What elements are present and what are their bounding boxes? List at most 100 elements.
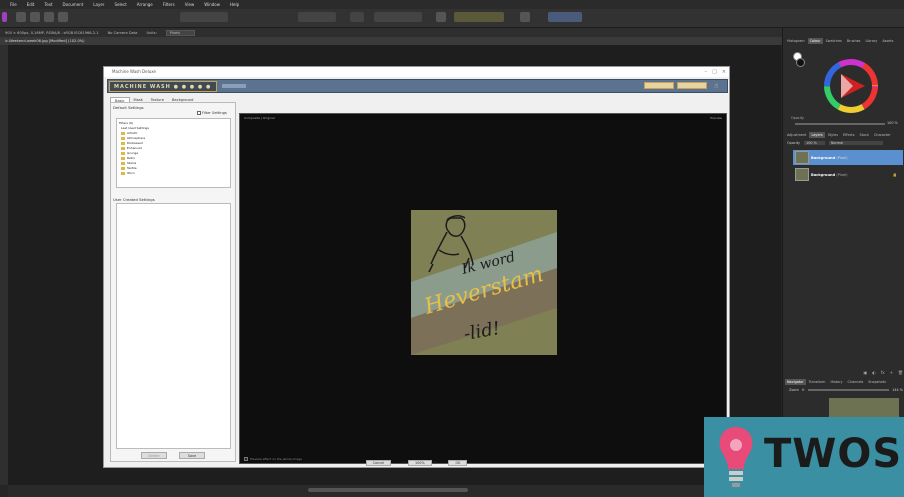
assistant-icons[interactable]	[548, 12, 582, 22]
tree-item-label: Artistic	[127, 131, 138, 135]
zoom-label: Zoom	[789, 388, 799, 392]
zoom-out-icon[interactable]: ⊖	[802, 388, 805, 392]
menu-item[interactable]: Text	[44, 2, 52, 7]
tab-swatches[interactable]: Swatches	[824, 38, 844, 44]
menu-item[interactable]: Edit	[27, 2, 35, 7]
fx-icon[interactable]: fx	[881, 370, 885, 376]
tree-item-label: Atmosphere	[127, 136, 146, 140]
tab-character[interactable]: Character	[872, 132, 893, 138]
filter-settings-checkbox[interactable]: Filter Settings	[197, 111, 227, 115]
folder-icon	[121, 131, 125, 135]
zoom-out-icon[interactable]: ⊖	[403, 461, 406, 465]
scroll-thumb[interactable]	[308, 488, 468, 492]
maximize-icon[interactable]: □	[712, 67, 717, 77]
menu-item[interactable]: File	[10, 2, 17, 7]
menu-item[interactable]: Filters	[163, 2, 175, 7]
tab-stock[interactable]: Stock	[858, 132, 871, 138]
menu-item[interactable]: Layer	[93, 2, 104, 7]
close-icon[interactable]: ×	[722, 67, 726, 77]
tab-history[interactable]: History	[828, 379, 844, 385]
share-icon[interactable]	[58, 12, 68, 22]
machine-wash-logo: MACHINE WASH ● ● ● ● ●	[109, 81, 217, 92]
tab-layers[interactable]: Layers	[809, 132, 825, 138]
plugin-titlebar: Machine Wash Deluxe – □ ×	[104, 67, 729, 77]
cancel-button[interactable]: Cancel	[365, 459, 392, 466]
menu-item[interactable]: Document	[63, 2, 84, 7]
plugin-window: Machine Wash Deluxe – □ × MACHINE WASH ●…	[103, 66, 730, 468]
layer-row[interactable]: Background (Pixel)	[793, 150, 903, 165]
tab-navigator[interactable]: Navigator	[785, 379, 806, 385]
tab-assets[interactable]: Assets	[880, 38, 895, 44]
tab-brushes[interactable]: Brushes	[845, 38, 863, 44]
selection-mode-icons[interactable]	[298, 12, 336, 22]
units-select[interactable]: Pixels	[165, 29, 196, 36]
folder-icon	[121, 141, 125, 145]
delete-layer-icon[interactable]: 🗑	[898, 370, 903, 376]
layer-thumbnail	[795, 168, 809, 181]
align-icon[interactable]	[520, 12, 530, 22]
minimize-icon[interactable]: –	[705, 67, 708, 77]
adjustment-icons[interactable]	[180, 12, 228, 22]
zoom-control: ⊖ 100% ⊕	[403, 459, 437, 466]
context-toolbar: 900 × 600px, 0,16MP, RGBA/8 - sRGB IEC61…	[0, 28, 904, 37]
document-tab[interactable]: ic-Weekend-week06.jpg [Modified] (102.0%…	[0, 37, 782, 45]
header-button-2[interactable]	[677, 82, 707, 89]
colour-wheel[interactable]	[823, 58, 879, 114]
tab-transform[interactable]: Transform	[807, 379, 828, 385]
document-info: 900 × 600px, 0,16MP, RGBA/8 - sRGB IEC61…	[5, 30, 99, 35]
zoom-slider[interactable]	[807, 389, 890, 391]
tree-item-label: Distressed	[127, 141, 143, 145]
zoom-value[interactable]: 100%	[407, 459, 432, 466]
arrange-icons[interactable]	[454, 12, 504, 22]
checkbox-icon[interactable]	[197, 111, 201, 115]
persona-icon[interactable]	[2, 12, 7, 22]
navigator-zoom: Zoom ⊖ 144 %	[789, 388, 903, 392]
tab-effects[interactable]: Effects	[841, 132, 857, 138]
layer-row[interactable]: Background (Pixel) 🔒	[793, 167, 903, 182]
nav-zoom-value[interactable]: 144 %	[892, 388, 903, 392]
tab-snapshots[interactable]: Snapshots	[866, 379, 888, 385]
opacity-slider[interactable]	[795, 123, 885, 125]
tree-item[interactable]: Worn	[119, 171, 228, 176]
tab-adjustment[interactable]: Adjustment	[785, 132, 808, 138]
preview-area[interactable]: Composite | Original Preview Ik word Hev…	[239, 113, 727, 464]
snapping-icon[interactable]	[436, 12, 446, 22]
opacity-value[interactable]: 100 %	[887, 121, 898, 125]
hand-icon[interactable]: ☝	[714, 82, 721, 91]
tab-histogram[interactable]: Histogram	[785, 38, 807, 44]
liquify-persona-icon[interactable]	[30, 12, 40, 22]
menu-item[interactable]: Arrange	[137, 2, 153, 7]
lock-icon[interactable]: 🔒	[893, 173, 897, 177]
quick-mask-icon[interactable]	[350, 12, 364, 22]
ok-button[interactable]: OK	[448, 459, 468, 466]
layer-type: (Pixel)	[836, 172, 848, 177]
tab-styles[interactable]: Styles	[826, 132, 840, 138]
tab-channels[interactable]: Channels	[846, 379, 866, 385]
header-button-1[interactable]	[644, 82, 674, 89]
preview-mode[interactable]: Composite | Original	[244, 116, 275, 120]
layer-action-icon[interactable]: ▣	[864, 370, 868, 376]
blend-mode-select[interactable]: Normal	[828, 141, 884, 145]
menu-item[interactable]: Help	[230, 2, 239, 7]
zoom-in-icon[interactable]: ⊕	[434, 461, 437, 465]
layer-action-icon[interactable]: ◐	[872, 370, 876, 376]
stroke-colour-swatch[interactable]	[796, 58, 805, 67]
tone-map-icon[interactable]	[44, 12, 54, 22]
filter-settings-label: Filter Settings	[202, 111, 227, 115]
horizontal-scrollbar[interactable]	[8, 485, 781, 497]
folder-icon	[121, 171, 125, 175]
layers-opacity-value[interactable]: 100 %	[804, 141, 825, 145]
tree-item-label: Textile	[127, 166, 137, 170]
lightbulb-icon	[719, 427, 753, 487]
selection-icons[interactable]	[374, 12, 422, 22]
menu-item[interactable]: Select	[114, 2, 126, 7]
menu-item[interactable]: View	[185, 2, 195, 7]
presets-tree: Filters (6) Last Used Settings Artistic …	[116, 118, 231, 188]
tree-item-label: Stains	[127, 161, 137, 165]
develop-persona-icon[interactable]	[16, 12, 26, 22]
add-layer-icon[interactable]: +	[890, 370, 893, 376]
tab-library[interactable]: Library	[863, 38, 879, 44]
user-settings-list[interactable]	[116, 203, 231, 449]
tab-colour[interactable]: Colour	[807, 38, 823, 44]
menu-item[interactable]: Window	[204, 2, 220, 7]
